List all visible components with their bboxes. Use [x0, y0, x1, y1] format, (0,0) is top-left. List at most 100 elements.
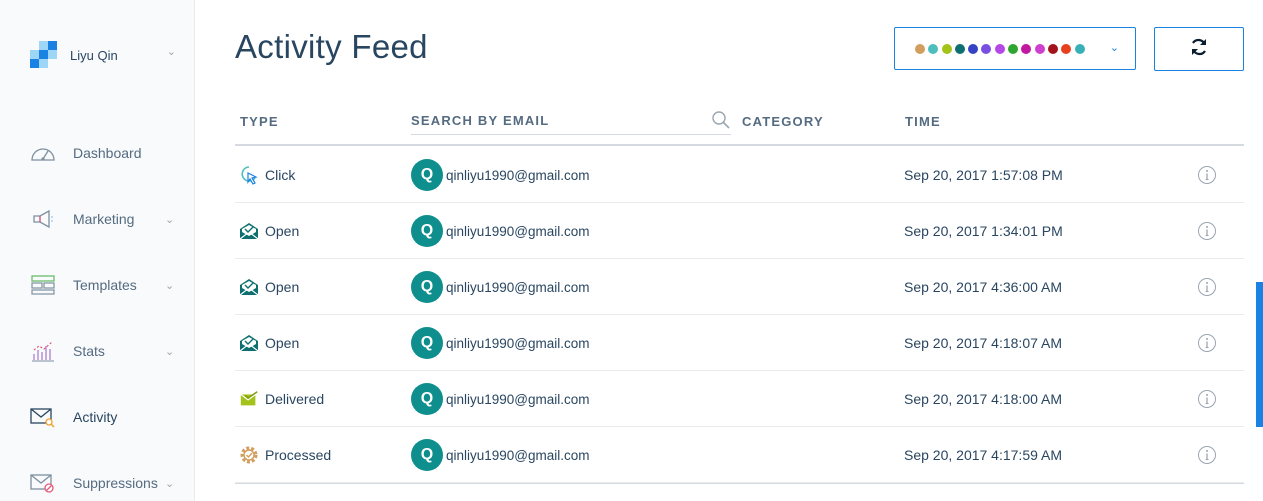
sidebar-item-activity[interactable]: Activity: [0, 392, 194, 442]
color-dot: [1061, 43, 1072, 54]
sidebar-item-stats[interactable]: Stats ⌄: [0, 326, 194, 376]
event-time: Sep 20, 2017 1:34:01 PM: [904, 223, 1063, 239]
color-dot: [1034, 43, 1045, 54]
sidebar-item-templates[interactable]: Templates ⌄: [0, 260, 194, 310]
event-color-filter-dropdown[interactable]: ⌄: [894, 27, 1136, 70]
sidebar-item-dashboard[interactable]: Dashboard: [0, 128, 194, 178]
recipient-email[interactable]: qinliyu1990@gmail.com: [446, 224, 590, 239]
event-type-label: Processed: [265, 447, 332, 463]
table-row[interactable]: Open Qqinliyu1990@gmail.com Sep 20, 2017 4…: [235, 259, 1244, 315]
sendgrid-logo: [30, 41, 57, 69]
recipient-email[interactable]: qinliyu1990@gmail.com: [446, 336, 590, 351]
type-cell: Open: [239, 203, 299, 259]
avatar: Q: [411, 215, 443, 247]
type-cell: Open: [239, 315, 299, 371]
feedback-tab[interactable]: [1256, 282, 1263, 427]
sidebar-item-label: Stats: [73, 343, 105, 359]
suppressions-envelope-icon: [29, 470, 57, 496]
email-search-input[interactable]: [411, 108, 701, 132]
color-dot: [994, 43, 1005, 54]
search-icon[interactable]: [711, 110, 731, 135]
megaphone-icon: [29, 206, 57, 232]
email-search: [411, 108, 731, 135]
table-header: TYPE CATEGORY TIME: [235, 100, 1244, 146]
column-header-type: TYPE: [240, 114, 279, 129]
sidebar-item-suppressions[interactable]: Suppressions ⌄: [0, 458, 194, 501]
avatar: Q: [411, 439, 443, 471]
open-envelope-icon: [239, 221, 259, 241]
table-row[interactable]: Delivered Qqinliyu1990@gmail.com Sep 20, 2…: [235, 371, 1244, 427]
info-icon[interactable]: [1197, 389, 1217, 409]
refresh-icon: [1189, 37, 1209, 62]
type-cell: Processed: [239, 427, 331, 483]
sidebar-item-label: Suppressions: [73, 475, 158, 491]
info-icon[interactable]: [1197, 333, 1217, 353]
stats-icon: [29, 338, 57, 364]
color-dot: [1047, 43, 1058, 54]
color-dot: [981, 43, 992, 54]
open-envelope-icon: [239, 277, 259, 297]
templates-icon: [29, 272, 57, 298]
color-dot: [941, 43, 952, 54]
info-icon[interactable]: [1197, 445, 1217, 465]
email-cell: Qqinliyu1990@gmail.com: [411, 259, 590, 315]
chevron-down-icon: ⌄: [165, 213, 175, 226]
avatar: Q: [411, 383, 443, 415]
recipient-email[interactable]: qinliyu1990@gmail.com: [446, 392, 590, 407]
table-row[interactable]: Open Qqinliyu1990@gmail.com Sep 20, 2017 4…: [235, 315, 1244, 371]
open-envelope-icon: [239, 333, 259, 353]
chevron-down-icon: ⌄: [165, 477, 175, 490]
activity-envelope-icon: [29, 404, 57, 430]
info-icon[interactable]: [1197, 221, 1217, 241]
info-icon[interactable]: [1197, 165, 1217, 185]
recipient-email[interactable]: qinliyu1990@gmail.com: [446, 168, 590, 183]
table-bottom-border: [235, 483, 1244, 484]
page-title: Activity Feed: [235, 28, 428, 65]
event-time: Sep 20, 2017 1:57:08 PM: [904, 167, 1063, 183]
email-cell: Qqinliyu1990@gmail.com: [411, 371, 590, 427]
click-cursor-icon: [239, 165, 259, 185]
email-cell: Qqinliyu1990@gmail.com: [411, 203, 590, 259]
event-type-label: Click: [265, 167, 296, 183]
avatar: Q: [411, 327, 443, 359]
column-header-category: CATEGORY: [742, 114, 824, 129]
color-dot: [968, 43, 979, 54]
refresh-button[interactable]: [1154, 27, 1244, 71]
gauge-icon: [29, 140, 57, 166]
type-cell: Delivered: [239, 371, 324, 427]
column-header-time: TIME: [905, 114, 941, 129]
color-dot: [1021, 43, 1032, 54]
table-row[interactable]: Click Qqinliyu1990@gmail.com Sep 20, 2017 …: [235, 147, 1244, 203]
event-time: Sep 20, 2017 4:36:00 AM: [904, 279, 1063, 295]
account-name: Liyu Qin: [70, 47, 118, 63]
recipient-email[interactable]: qinliyu1990@gmail.com: [446, 448, 590, 463]
avatar: Q: [411, 159, 443, 191]
chevron-down-icon: ⌄: [165, 345, 175, 358]
email-cell: Qqinliyu1990@gmail.com: [411, 147, 590, 203]
email-cell: Qqinliyu1990@gmail.com: [411, 427, 590, 483]
chevron-down-icon: ⌄: [165, 279, 175, 292]
event-type-label: Open: [265, 335, 300, 351]
table-row[interactable]: Open Qqinliyu1990@gmail.com Sep 20, 2017 1…: [235, 203, 1244, 259]
event-time: Sep 20, 2017 4:17:59 AM: [904, 447, 1063, 463]
table-row[interactable]: Processed Qqinliyu1990@gmail.com Sep 20, 2…: [235, 427, 1244, 483]
info-icon[interactable]: [1197, 277, 1217, 297]
sidebar: Liyu Qin ⌄ Dashboard Marketing ⌄ Templat…: [0, 0, 195, 501]
type-cell: Open: [239, 259, 299, 315]
color-dot: [915, 43, 925, 54]
color-dot: [1074, 43, 1085, 54]
color-dot: [1008, 43, 1019, 54]
type-cell: Click: [239, 147, 295, 203]
account-switcher[interactable]: Liyu Qin ⌄: [30, 40, 180, 70]
processed-gear-icon: [239, 445, 259, 465]
sidebar-item-label: Templates: [73, 277, 137, 293]
sidebar-item-marketing[interactable]: Marketing ⌄: [0, 194, 194, 244]
event-time: Sep 20, 2017 4:18:00 AM: [904, 391, 1063, 407]
event-time: Sep 20, 2017 4:18:07 AM: [904, 335, 1063, 351]
color-dot: [954, 43, 965, 54]
avatar: Q: [411, 271, 443, 303]
sidebar-item-label: Dashboard: [73, 145, 142, 161]
recipient-email[interactable]: qinliyu1990@gmail.com: [446, 280, 590, 295]
sidebar-item-label: Marketing: [73, 211, 135, 227]
color-dot: [928, 43, 939, 54]
